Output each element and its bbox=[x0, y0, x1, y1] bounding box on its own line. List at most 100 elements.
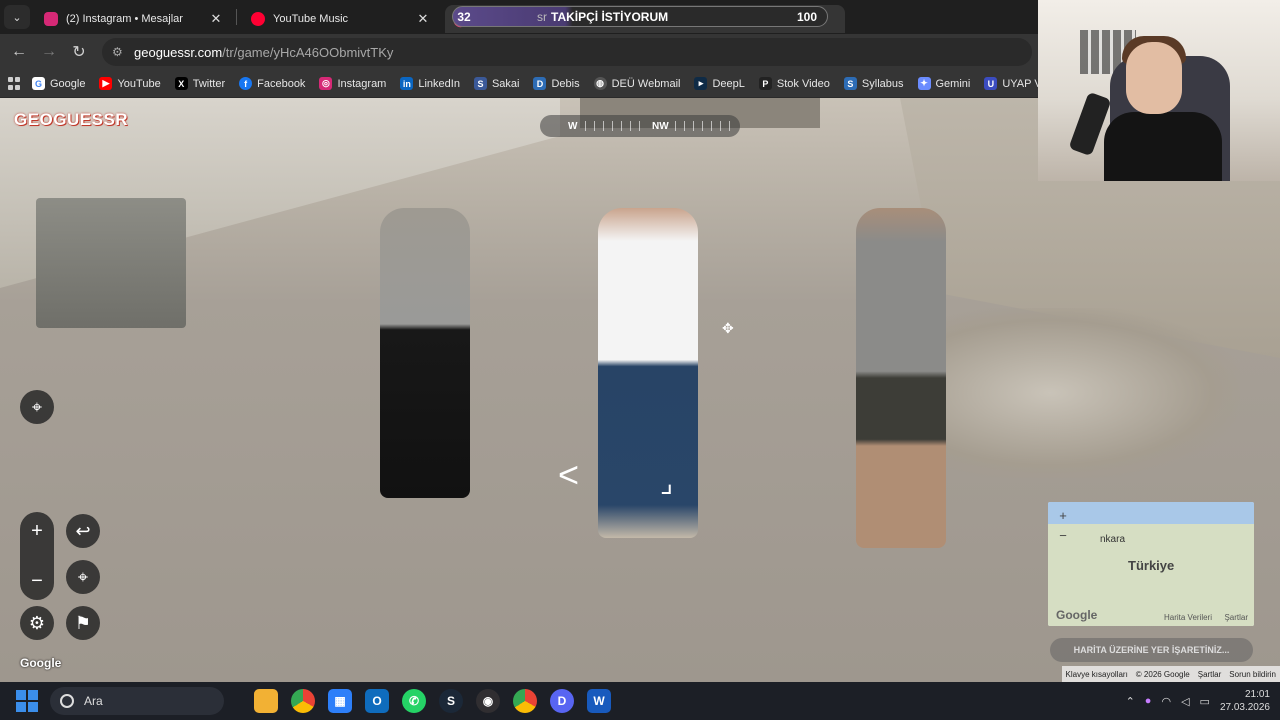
chevron-up-icon[interactable]: ⌃ bbox=[1126, 695, 1135, 708]
tab-youtube-music[interactable]: YouTube Music ✕ bbox=[243, 5, 439, 33]
dumpster bbox=[36, 198, 186, 328]
compass-bar: W NW bbox=[540, 115, 740, 137]
minimap-city-label: nkara bbox=[1100, 534, 1126, 545]
minimap-terms-label[interactable]: Şartlar bbox=[1224, 613, 1248, 622]
url-field[interactable]: ⚙ geoguessr.com/tr/game/yHcA46OObmivtTKy bbox=[102, 38, 1032, 66]
bookmark-label: Syllabus bbox=[861, 77, 904, 90]
pedestrian-center bbox=[598, 208, 698, 538]
back-arrow-icon[interactable]: ← bbox=[4, 37, 34, 67]
bookmark-google[interactable]: G Google bbox=[32, 77, 85, 90]
guess-minimap[interactable]: + − nkara Türkiye Google Harita Verileri… bbox=[1048, 502, 1254, 626]
bookmark-twitter[interactable]: X Twitter bbox=[174, 77, 225, 90]
bookmark-facebook[interactable]: f Facebook bbox=[239, 77, 305, 90]
bookmark-deu-webmail[interactable]: ◍ DEÜ Webmail bbox=[593, 77, 680, 90]
search-icon bbox=[60, 694, 74, 708]
globe-icon: ◍ bbox=[593, 77, 607, 90]
keyboard-shortcuts-link[interactable]: Klavye kısayolları bbox=[1066, 670, 1128, 679]
chrome-profile-icon[interactable] bbox=[513, 689, 537, 713]
undo-move-button[interactable]: ↩ bbox=[66, 514, 100, 548]
clock-time: 21:01 bbox=[1244, 689, 1270, 700]
linkedin-icon: in bbox=[400, 77, 414, 90]
pedestrian-left bbox=[380, 208, 470, 498]
tab-instagram[interactable]: (2) Instagram • Mesajlar ✕ bbox=[36, 5, 232, 33]
geoguessr-logo[interactable]: GEOGUESSR bbox=[14, 110, 128, 130]
address-bar-row: ← → ↻ ⚙ geoguessr.com/tr/game/yHcA46OObm… bbox=[0, 34, 1038, 70]
taskbar-search[interactable]: Ara bbox=[50, 687, 224, 715]
file-explorer-icon[interactable] bbox=[254, 689, 278, 713]
pedestrian-right bbox=[856, 208, 946, 548]
outlook-icon[interactable]: O bbox=[365, 689, 389, 713]
bookmark-deepl[interactable]: ▸ DeepL bbox=[694, 77, 745, 90]
bookmark-label: Stok Video bbox=[776, 77, 830, 90]
deepl-icon: ▸ bbox=[694, 77, 708, 90]
battery-icon[interactable]: ▭ bbox=[1200, 695, 1210, 708]
return-to-start-pin-icon[interactable]: ⌖ bbox=[20, 390, 54, 424]
minimap-country-label: Türkiye bbox=[1128, 558, 1175, 573]
banner-right-value: 100 bbox=[796, 9, 818, 24]
youtube-icon: ▶ bbox=[99, 77, 113, 90]
chrome-icon[interactable] bbox=[291, 689, 315, 713]
tab-search-button[interactable]: ⌄ bbox=[4, 5, 30, 29]
settings-gear-button[interactable]: ⚙ bbox=[20, 606, 54, 640]
bookmark-gemini[interactable]: ✦ Gemini bbox=[917, 77, 971, 90]
bookmark-label: Sakai bbox=[491, 77, 520, 90]
tab-separator bbox=[236, 9, 237, 25]
microphone-icon[interactable]: ● bbox=[1145, 695, 1152, 707]
streamer-face bbox=[1126, 42, 1182, 114]
whatsapp-icon[interactable]: ✆ bbox=[402, 689, 426, 713]
close-icon[interactable]: ✕ bbox=[208, 11, 224, 27]
wifi-icon[interactable]: ◠ bbox=[1161, 695, 1171, 708]
terms-link[interactable]: Şartlar bbox=[1198, 670, 1222, 679]
bookmark-sakai[interactable]: S Sakai bbox=[473, 77, 520, 90]
flag-button[interactable]: ⚑ bbox=[66, 606, 100, 640]
windows-taskbar: Ara ▦ O ✆ S ◉ D W ⌃ ● ◠ ◁ ▭ 21:01 27.03.… bbox=[0, 682, 1280, 720]
steam-icon[interactable]: S bbox=[439, 689, 463, 713]
compass-ticks bbox=[585, 121, 645, 131]
bookmark-youtube[interactable]: ▶ YouTube bbox=[99, 77, 161, 90]
move-arrow-left-icon[interactable]: < bbox=[558, 454, 579, 496]
discord-icon[interactable]: D bbox=[550, 689, 574, 713]
zoom-in-button[interactable]: + bbox=[20, 514, 54, 548]
close-icon[interactable]: ✕ bbox=[415, 11, 431, 27]
bookmark-label: Gemini bbox=[935, 77, 971, 90]
bookmark-label: Debis bbox=[551, 77, 580, 90]
move-arrow-right-icon[interactable]: ⌟ bbox=[660, 466, 673, 499]
facebook-icon: f bbox=[239, 77, 253, 90]
bookmark-label: Instagram bbox=[337, 77, 387, 90]
youtube-music-icon bbox=[251, 12, 265, 26]
bookmark-stok-video[interactable]: P Stok Video bbox=[758, 77, 830, 90]
obs-icon[interactable]: ◉ bbox=[476, 689, 500, 713]
bookmark-syllabus[interactable]: S Syllabus bbox=[843, 77, 904, 90]
bookmark-linkedin[interactable]: in LinkedIn bbox=[400, 77, 460, 90]
street-view-panorama[interactable]: GEOGUESSR W NW < ⌟ ✥ ⌖ + − ↩ ⌖ ⚙ ⚑ Googl… bbox=[0, 98, 1280, 682]
zoom-control: + − bbox=[20, 512, 54, 600]
checkpoint-pin-button[interactable]: ⌖ bbox=[66, 560, 100, 594]
zoom-out-button[interactable]: − bbox=[20, 564, 54, 598]
uyap-icon: U bbox=[984, 77, 998, 90]
minimap-zoom-out[interactable]: − bbox=[1054, 528, 1072, 546]
clock[interactable]: 21:01 27.03.2026 bbox=[1220, 688, 1270, 714]
google-watermark: Google bbox=[20, 656, 62, 670]
word-icon[interactable]: W bbox=[587, 689, 611, 713]
minimap-zoom-in[interactable]: + bbox=[1054, 508, 1072, 526]
volume-icon[interactable]: ◁ bbox=[1181, 695, 1189, 708]
webcam-overlay bbox=[1038, 0, 1280, 181]
instagram-icon bbox=[44, 12, 58, 26]
forward-arrow-icon[interactable]: → bbox=[34, 37, 64, 67]
compass-ticks bbox=[675, 121, 730, 131]
bookmark-instagram[interactable]: ◎ Instagram bbox=[319, 77, 386, 90]
bookmark-label: LinkedIn bbox=[418, 77, 460, 90]
banner-title: TAKİPÇİ İSTİYORUM bbox=[551, 9, 669, 24]
ms-store-icon[interactable]: ▦ bbox=[328, 689, 352, 713]
apps-grid-icon[interactable] bbox=[8, 76, 20, 91]
site-info-icon[interactable]: ⚙ bbox=[112, 45, 126, 59]
bookmark-debis[interactable]: D Debis bbox=[533, 77, 580, 90]
reload-icon[interactable]: ↻ bbox=[64, 37, 94, 67]
minimap-google-logo: Google bbox=[1056, 608, 1098, 622]
compass-w: W bbox=[568, 120, 578, 132]
windows-start-icon[interactable] bbox=[16, 690, 38, 712]
banner-left-value: 32 bbox=[457, 9, 471, 24]
guess-button[interactable]: HARİTA ÜZERİNE YER İŞARETİNİZ... bbox=[1050, 638, 1253, 662]
report-link[interactable]: Sorun bildirin bbox=[1229, 670, 1276, 679]
bookmark-label: Facebook bbox=[257, 77, 306, 90]
